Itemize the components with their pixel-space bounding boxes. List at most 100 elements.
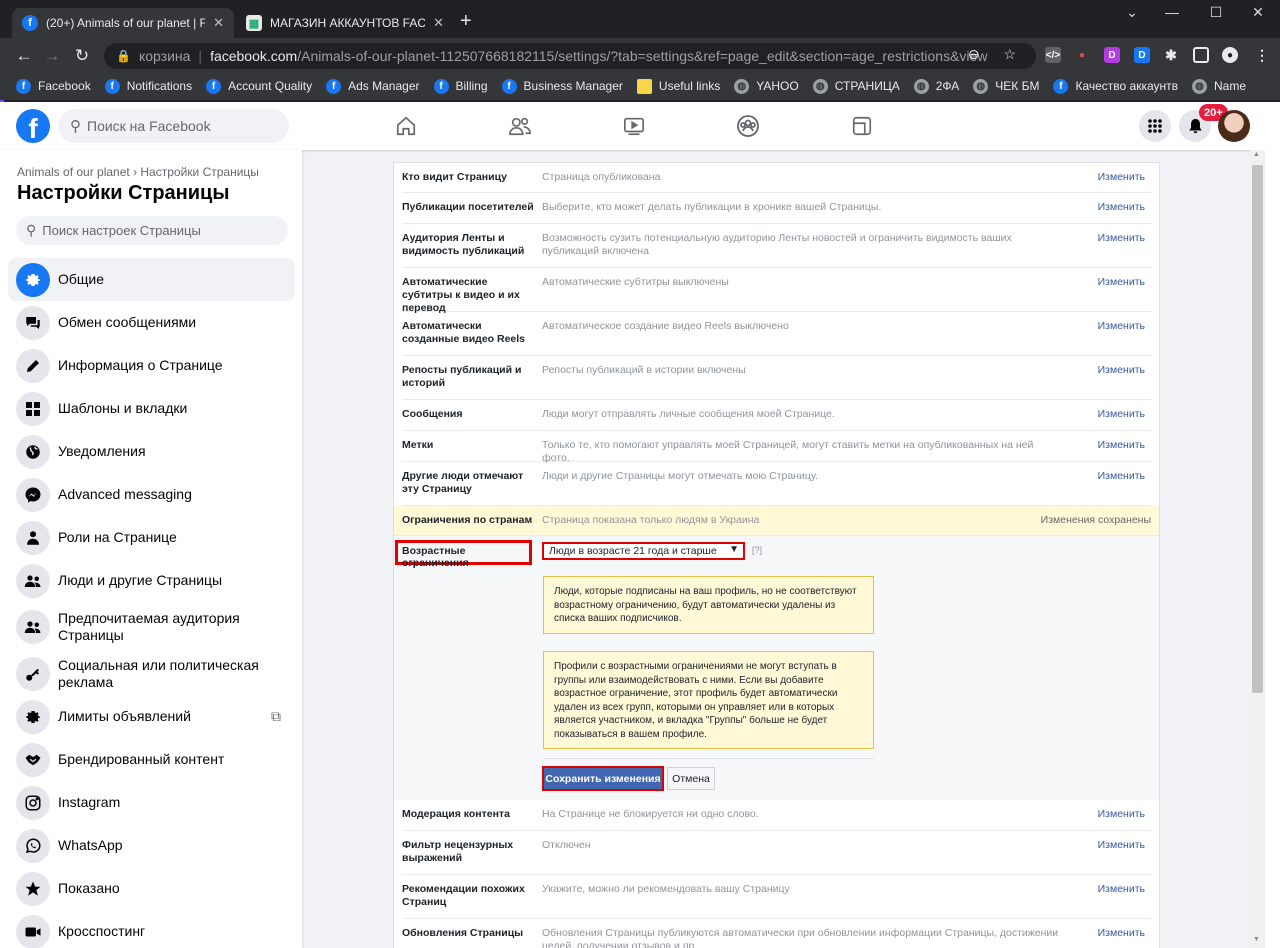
bookmark-account-quality[interactable]: f Account Quality (206, 78, 312, 94)
extensions-puzzle-icon[interactable]: ✱ (1163, 47, 1179, 63)
gaming-icon[interactable] (848, 112, 876, 140)
extension-d-blue-icon[interactable]: D (1134, 47, 1150, 63)
watch-icon[interactable] (620, 112, 648, 140)
save-changes-button[interactable]: Сохранить изменения (542, 766, 664, 791)
sidebar-item-crossposting[interactable]: Кросспостинг (8, 910, 295, 948)
edit-link[interactable]: Изменить (1098, 470, 1145, 482)
friends-icon[interactable] (506, 112, 534, 140)
extension-code-icon[interactable]: </> (1045, 47, 1061, 63)
edit-link[interactable]: Изменить (1098, 839, 1145, 851)
sidebar-item-instagram[interactable]: Instagram (8, 781, 295, 824)
scroll-down-icon[interactable]: ▼ (1253, 936, 1260, 943)
maximize-button[interactable]: ☐ (1196, 4, 1236, 21)
edit-link[interactable]: Изменить (1098, 364, 1145, 376)
extension-d-purple-icon[interactable]: D (1104, 47, 1120, 63)
sidebar-item-featured[interactable]: Показано (8, 867, 295, 910)
bookmark-notifications[interactable]: f Notifications (104, 78, 192, 94)
settings-row-others-tagging[interactable]: Другие люди отмечают эту Страницу Люди и… (402, 462, 1151, 506)
bookmark-billing[interactable]: f Billing (433, 78, 488, 94)
edit-link[interactable]: Изменить (1098, 171, 1145, 183)
bookmark-check-bm[interactable]: ◍ ЧЕК БМ (973, 78, 1039, 94)
bookmark-account-quality-ru[interactable]: f Качество аккаунтв (1053, 78, 1178, 94)
edit-link[interactable]: Изменить (1098, 201, 1145, 213)
settings-row-page-updates[interactable]: Обновления Страницы Обновления Страницы … (402, 919, 1151, 948)
settings-row-auto-reels[interactable]: Автоматически созданные видео Reels Авто… (402, 312, 1151, 356)
settings-row-content-moderation[interactable]: Модерация контента На Странице не блокир… (402, 800, 1151, 831)
menu-grid-icon[interactable] (1139, 110, 1171, 142)
sidebar-item-branded-content[interactable]: Брендированный контент (8, 738, 295, 781)
home-icon[interactable] (392, 112, 420, 140)
new-tab-button[interactable]: + (460, 10, 472, 33)
sidebar-item-advanced-messaging[interactable]: Advanced messaging (8, 473, 295, 516)
edit-link[interactable]: Изменить (1098, 408, 1145, 420)
sidebar-item-page-roles[interactable]: Роли на Странице (8, 516, 295, 559)
settings-row-auto-captions[interactable]: Автоматические субтитры к видео и их пер… (402, 268, 1151, 314)
bookmark-yahoo[interactable]: ◍ YAHOO (734, 78, 799, 94)
scrollbar-thumb[interactable] (1252, 165, 1263, 693)
bookmark-business-manager[interactable]: f Business Manager (501, 78, 623, 94)
tab-account-shop[interactable]: ▦ МАГАЗИН АККАУНТОВ FACEBOOK ✕ (236, 8, 454, 38)
sidebar-item-page-info[interactable]: Информация о Странице (8, 344, 295, 387)
sidepanel-icon[interactable] (1193, 47, 1209, 63)
settings-row-page-visibility[interactable]: Кто видит Страницу Страница опубликована… (402, 163, 1151, 193)
back-button[interactable]: ← (12, 46, 36, 66)
edit-link[interactable]: Изменить (1098, 439, 1145, 451)
sidebar-item-general[interactable]: Общие (8, 258, 295, 301)
sidebar-item-preferred-audience[interactable]: Предпочитаемая аудитория Страницы (8, 602, 295, 652)
forward-button[interactable]: → (40, 46, 64, 66)
bookmark-name[interactable]: ◍ Name (1192, 78, 1246, 94)
edit-link[interactable]: Изменить (1098, 927, 1145, 939)
settings-row-similar-pages[interactable]: Рекомендации похожих Страниц Укажите, мо… (402, 875, 1151, 919)
groups-icon[interactable] (734, 112, 762, 140)
sidebar-item-notifications[interactable]: Уведомления (8, 430, 295, 473)
facebook-icon: f (206, 78, 222, 94)
people-icon (16, 610, 50, 644)
cancel-button[interactable]: Отмена (667, 767, 715, 790)
facebook-search-input[interactable]: ⚲ Поиск на Facebook (58, 109, 289, 143)
facebook-icon: f (1053, 78, 1069, 94)
edit-link[interactable]: Изменить (1098, 883, 1145, 895)
tab-close-icon[interactable]: ✕ (213, 15, 224, 31)
address-bar[interactable]: 🔒 корзина | facebook.com /Animals-of-our… (104, 43, 1036, 69)
scroll-up-icon[interactable]: ▲ (1253, 151, 1260, 158)
reload-button[interactable]: ↻ (70, 46, 94, 66)
profile-icon[interactable]: ● (1222, 47, 1238, 63)
bookmark-stranitsa[interactable]: ◍ СТРАНИЦА (812, 78, 900, 94)
sidebar-item-label: Шаблоны и вкладки (58, 400, 188, 416)
edit-link[interactable]: Изменить (1098, 808, 1145, 820)
settings-row-tags[interactable]: Метки Только те, кто помогают управлять … (402, 431, 1151, 464)
settings-row-country-restrictions[interactable]: Ограничения по странам Страница показана… (394, 506, 1159, 536)
help-link[interactable]: [?] (752, 545, 762, 555)
edit-link[interactable]: Изменить (1098, 276, 1145, 288)
sidebar-item-ad-limits[interactable]: Лимиты объявлений ⧉ (8, 695, 295, 738)
extension-color-icon[interactable]: ● (1074, 47, 1090, 63)
breadcrumb[interactable]: Animals of our planet › Настройки Страни… (17, 165, 259, 179)
settings-row-profanity-filter[interactable]: Фильтр нецензурных выражений Отключен Из… (402, 831, 1151, 875)
sidebar-item-political-ads[interactable]: Социальная или политическая реклама (8, 652, 295, 695)
settings-search-input[interactable]: ⚲ Поиск настроек Страницы (16, 216, 288, 245)
edit-link[interactable]: Изменить (1098, 320, 1145, 332)
sidebar-item-whatsapp[interactable]: WhatsApp (8, 824, 295, 867)
facebook-logo[interactable]: f (16, 109, 50, 143)
bookmark-2fa[interactable]: ◍ 2ФА (913, 78, 959, 94)
settings-row-messages[interactable]: Сообщения Люди могут отправлять личные с… (402, 400, 1151, 431)
settings-row-feed-audience[interactable]: Аудитория Ленты и видимость публикаций В… (402, 224, 1151, 268)
sidebar-item-people-other-pages[interactable]: Люди и другие Страницы (8, 559, 295, 602)
minimize-button[interactable]: — (1152, 4, 1192, 20)
sidebar-item-templates-tabs[interactable]: Шаблоны и вкладки (8, 387, 295, 430)
tab-animals-of-our-planet[interactable]: f (20+) Animals of our planet | Faceb ✕ (12, 8, 234, 38)
settings-row-visitor-posts[interactable]: Публикации посетителей Выберите, кто мож… (402, 193, 1151, 224)
menu-kebab-icon[interactable]: ⋮ (1254, 47, 1270, 63)
tab-search-icon[interactable]: ⌄ (1112, 4, 1152, 21)
age-restriction-select[interactable]: Люди в возрасте 21 года и старше ▼ (542, 542, 745, 560)
sidebar-item-messaging[interactable]: Обмен сообщениями (8, 301, 295, 344)
edit-link[interactable]: Изменить (1098, 232, 1145, 244)
bookmark-facebook[interactable]: f Facebook (16, 78, 91, 94)
close-window-button[interactable]: ✕ (1238, 4, 1278, 21)
settings-row-story-reposts[interactable]: Репосты публикаций и историй Репосты пуб… (402, 356, 1151, 400)
bookmark-ads-manager[interactable]: f Ads Manager (326, 78, 420, 94)
avatar[interactable] (1218, 110, 1250, 142)
tab-close-icon[interactable]: ✕ (433, 15, 444, 31)
bookmark-useful-links[interactable]: Useful links (636, 78, 720, 94)
zoom-bookmark-star-icon[interactable]: ⊖ ☆ (968, 46, 1026, 63)
